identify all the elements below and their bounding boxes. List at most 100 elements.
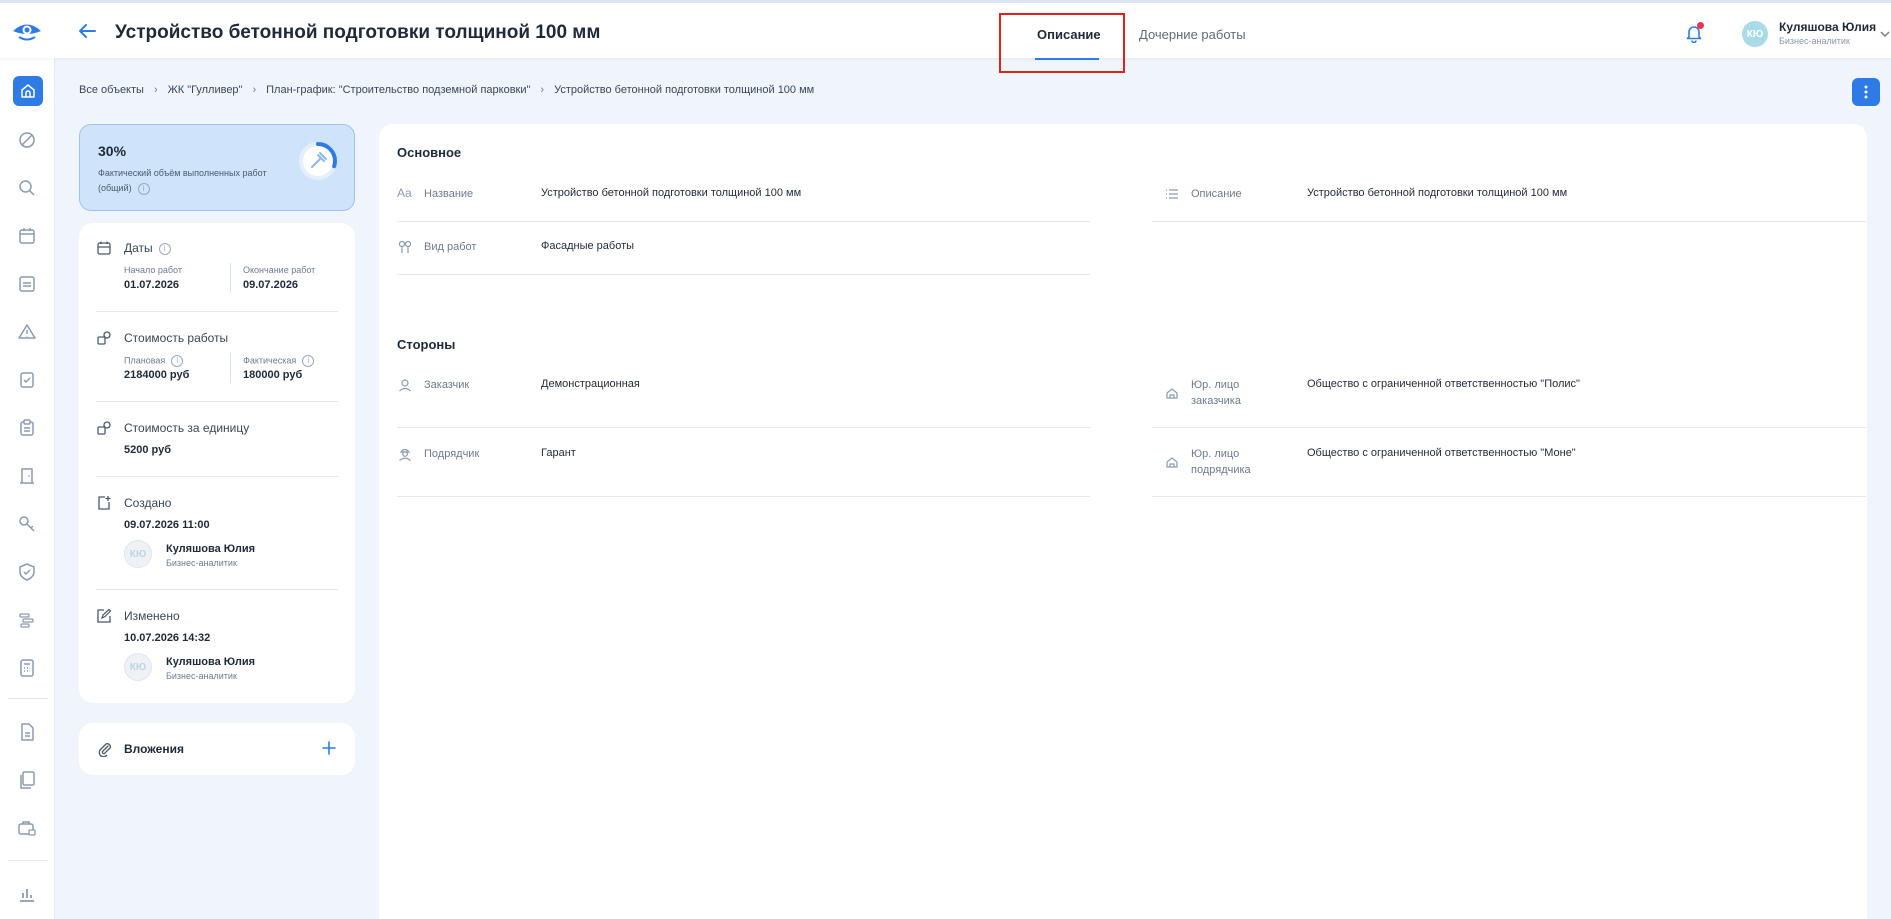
chevron-down-icon[interactable] — [1880, 30, 1890, 38]
breadcrumb-item[interactable]: План-график: "Строительство подземной па… — [266, 84, 530, 96]
avatar: КЮ — [124, 653, 152, 681]
chart-icon — [20, 889, 34, 902]
more-vertical-icon — [1864, 85, 1868, 99]
warning-icon — [18, 324, 36, 339]
contractor-legal-label: Юр. лицо подрядчика — [1191, 448, 1251, 476]
contractor-value: Гарант — [541, 447, 576, 459]
dates-title: Даты i — [124, 241, 171, 255]
name-value: Устройство бетонной подготовки толщиной … — [541, 187, 802, 199]
modified-title: Изменено — [124, 609, 180, 623]
row-divider — [397, 427, 1090, 428]
work-type-label: Вид работ — [424, 241, 477, 253]
tab-description[interactable]: Описание — [1037, 27, 1101, 42]
coins-icon — [97, 331, 111, 345]
info-icon[interactable]: i — [137, 182, 150, 195]
gantt-icon — [19, 613, 34, 628]
planned-cost-value: 2184000 руб — [124, 369, 190, 381]
more-actions-button[interactable] — [1852, 78, 1880, 106]
sidebar-item-keys[interactable] — [17, 514, 37, 534]
add-attachment-icon[interactable] — [320, 739, 338, 757]
modified-date: 10.07.2026 14:32 — [124, 632, 211, 644]
user-icon — [398, 378, 412, 392]
breadcrumb-item[interactable]: ЖК "Гулливер" — [168, 84, 243, 96]
vertical-divider — [230, 263, 231, 293]
info-icon[interactable]: i — [302, 355, 315, 367]
description-label: Описание — [1191, 188, 1242, 200]
sidebar-item-forbidden[interactable] — [17, 130, 37, 150]
sidebar-item-calculator[interactable] — [17, 658, 37, 678]
tab-child-works[interactable]: Дочерние работы — [1139, 27, 1246, 42]
divider — [96, 476, 338, 477]
row-divider — [1152, 496, 1866, 497]
document-icon — [19, 276, 35, 292]
end-date-value: 09.07.2026 — [243, 279, 299, 291]
shield-icon — [19, 563, 35, 581]
breadcrumb-current: Устройство бетонной подготовки толщиной … — [554, 84, 815, 96]
sidebar-item-analytics[interactable] — [17, 884, 37, 904]
sidebar-item-documents[interactable] — [17, 274, 37, 294]
sidebar-item-warnings[interactable] — [17, 322, 37, 342]
sidebar-item-search[interactable] — [17, 178, 37, 198]
parties-group-title: Стороны — [397, 337, 456, 352]
case-lock-icon — [18, 821, 36, 836]
edit-icon — [97, 608, 112, 623]
sidebar-item-calendar[interactable] — [17, 226, 37, 246]
coins-icon — [97, 421, 111, 435]
info-icon[interactable]: i — [158, 242, 171, 255]
name-label: Название — [424, 188, 474, 200]
sidebar-item-file[interactable] — [17, 722, 37, 742]
end-date-label: Окончание работ — [243, 265, 316, 275]
calendar-icon — [19, 228, 35, 244]
unit-cost-title: Стоимость за единицу — [124, 421, 250, 435]
divider — [96, 589, 338, 590]
chevron-right-icon: › — [153, 84, 158, 96]
clipboard-icon — [20, 419, 34, 436]
unit-cost-value: 5200 руб — [124, 444, 172, 456]
description-value: Устройство бетонной подготовки толщиной … — [1307, 187, 1568, 199]
progress-label: Фактический объём выполненных работ (общ… — [98, 168, 267, 195]
user-avatar[interactable]: КЮ — [1742, 21, 1768, 47]
info-icon[interactable]: i — [171, 355, 184, 367]
divider — [96, 401, 338, 402]
info-card: Даты i Начало работ 01.07.2026 Окончание … — [79, 223, 355, 703]
tools-icon — [398, 240, 412, 254]
vertical-divider — [230, 353, 231, 383]
customer-legal-value: Общество с ограниченной ответственностью… — [1307, 378, 1580, 390]
sidebar-item-files[interactable] — [17, 770, 37, 790]
top-bar: Устройство бетонной подготовки толщиной … — [0, 0, 1891, 60]
breadcrumb: Все объекты › ЖК "Гулливер" › План-графи… — [79, 84, 814, 96]
modified-by-name: Куляшова Юлия — [166, 656, 256, 668]
chevron-right-icon: › — [252, 84, 257, 96]
created-by-role: Бизнес-аналитик — [166, 558, 237, 568]
customer-label: Заказчик — [424, 379, 470, 391]
user-name[interactable]: Куляшова Юлия — [1779, 20, 1876, 34]
attachments-card[interactable]: Вложения — [79, 723, 355, 775]
sidebar-divider — [8, 698, 48, 699]
back-arrow-icon[interactable] — [76, 20, 98, 42]
breadcrumb-item[interactable]: Все объекты — [79, 84, 144, 96]
active-tab-indicator — [1035, 58, 1099, 60]
sidebar-item-door[interactable] — [17, 466, 37, 486]
sidebar-item-home[interactable] — [13, 76, 43, 106]
planned-cost-label: Плановая i — [124, 355, 184, 367]
key-icon — [19, 516, 35, 532]
start-date-value: 01.07.2026 — [124, 279, 180, 291]
row-divider — [1152, 427, 1866, 428]
sidebar-item-case-lock[interactable] — [17, 818, 37, 838]
forbidden-icon — [19, 132, 35, 148]
add-document-icon — [98, 496, 111, 510]
checklist-icon — [20, 372, 34, 388]
progress-ring — [299, 142, 337, 180]
modified-by-role: Бизнес-аналитик — [166, 671, 237, 681]
sidebar-item-security[interactable] — [17, 562, 37, 582]
sidebar-item-clipboard[interactable] — [17, 418, 37, 438]
file-icon — [21, 723, 34, 741]
paperclip-icon — [98, 743, 111, 757]
sidebar-item-gantt[interactable] — [17, 610, 37, 630]
page-title: Устройство бетонной подготовки толщиной … — [115, 22, 601, 43]
eye-logo-icon[interactable] — [11, 20, 43, 42]
building-hand-icon — [1165, 386, 1179, 400]
sidebar-item-checklist[interactable] — [17, 370, 37, 390]
sidebar — [0, 58, 55, 919]
calendar-icon — [97, 241, 111, 255]
